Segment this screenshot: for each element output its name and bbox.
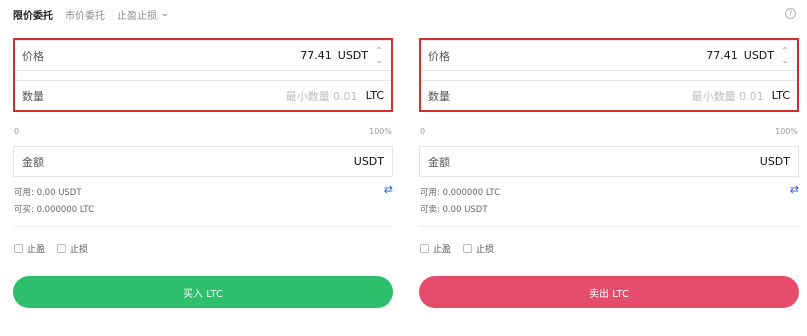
amount-label: 金额 (428, 155, 450, 169)
range-max: 100% (775, 127, 798, 136)
checkbox-icon[interactable] (14, 244, 23, 253)
stop-loss-checkbox[interactable]: 止损 (463, 242, 494, 255)
checkbox-icon[interactable] (57, 244, 67, 253)
divider (419, 226, 799, 227)
amount-unit: USDT (353, 155, 384, 168)
amount-unit: USDT (759, 155, 790, 168)
range-max: 100% (369, 127, 392, 136)
highlight-box (419, 38, 799, 112)
tp-sl-options: 止盈 止损 (14, 242, 100, 255)
swap-icon[interactable]: ⇄ (384, 183, 393, 196)
range-min: 0 (14, 127, 20, 136)
available-balance: 可用: 0.000000 LTC (420, 188, 501, 198)
take-profit-label: 止盈 (433, 245, 452, 255)
max-sell-amount: 可卖: 0.00 USDT (420, 205, 488, 215)
tp-sl-options: 止盈 止损 (420, 242, 506, 255)
sell-button[interactable]: 卖出 LTC (419, 276, 799, 308)
take-profit-checkbox[interactable]: 止盈 (14, 242, 45, 255)
divider (13, 226, 393, 227)
swap-icon[interactable]: ⇄ (790, 183, 799, 196)
quantity-range[interactable]: 0 100% (420, 127, 798, 136)
sell-panel: 价格 77.41 USDT ⌃ ⌄ 数量 最小数量 0.01 LTC 0 100… (419, 0, 799, 336)
range-min: 0 (420, 127, 426, 136)
take-profit-checkbox[interactable]: 止盈 (420, 242, 451, 255)
stop-loss-checkbox[interactable]: 止损 (57, 242, 88, 255)
checkbox-icon[interactable] (420, 244, 429, 253)
buy-panel: 价格 77.41 USDT ⌃ ⌄ 数量 最小数量 0.01 LTC 0 100… (13, 0, 393, 336)
buy-button[interactable]: 买入 LTC (13, 276, 393, 308)
max-buy-amount: 可买: 0.000000 LTC (14, 205, 95, 215)
buy-amount-field[interactable]: 金额 USDT (13, 146, 393, 177)
checkbox-icon[interactable] (463, 244, 473, 253)
quantity-range[interactable]: 0 100% (14, 127, 392, 136)
highlight-box (13, 38, 393, 112)
available-balance: 可用: 0.00 USDT (14, 188, 82, 198)
amount-label: 金额 (22, 155, 44, 169)
sell-amount-field[interactable]: 金额 USDT (419, 146, 799, 177)
stop-loss-label: 止损 (70, 245, 89, 255)
stop-loss-label: 止损 (476, 245, 495, 255)
take-profit-label: 止盈 (27, 245, 46, 255)
